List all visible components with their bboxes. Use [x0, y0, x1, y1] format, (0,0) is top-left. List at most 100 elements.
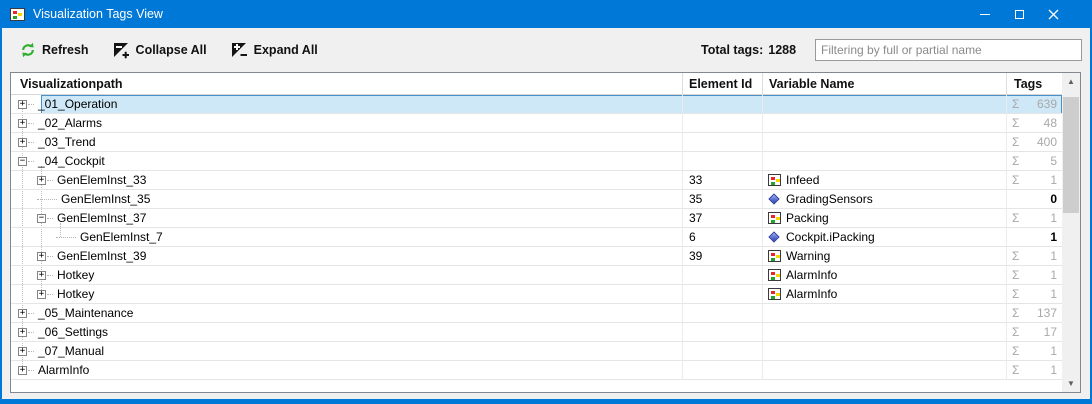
expander-plus-icon[interactable]: +	[37, 175, 46, 185]
path-cell[interactable]: + _06_Settings	[11, 323, 683, 342]
tree-connector	[47, 255, 53, 257]
tags-cell: Σ 400	[1007, 133, 1062, 152]
table-row[interactable]: + _07_Manual Σ 1	[11, 342, 1062, 361]
expander-plus-icon[interactable]: +	[18, 346, 27, 356]
close-button[interactable]	[1036, 0, 1070, 28]
element-id-cell: 39	[683, 247, 763, 266]
expander-plus-icon[interactable]: +	[37, 289, 46, 299]
table-row[interactable]: + Hotkey AlarmInfo Σ 1	[11, 285, 1062, 304]
column-header-variable-name[interactable]: Variable Name	[763, 73, 1007, 95]
path-label: Hotkey	[57, 287, 95, 301]
expander-plus-icon[interactable]: +	[18, 118, 27, 128]
variable-name-cell: Warning	[763, 247, 1007, 266]
table-row[interactable]: − _04_Cockpit Σ 5	[11, 152, 1062, 171]
table-row[interactable]: + AlarmInfo Σ 1	[11, 361, 1062, 380]
path-cell[interactable]: GenElemInst_35	[11, 190, 683, 209]
expander-plus-icon[interactable]: +	[18, 99, 27, 109]
expand-all-label: Expand All	[253, 43, 318, 57]
visu-icon	[768, 288, 781, 300]
filter-input[interactable]	[815, 39, 1082, 61]
expand-all-button[interactable]: Expand All	[225, 38, 324, 63]
title-bar: Visualization Tags View	[0, 0, 1092, 28]
expander-minus-icon[interactable]: −	[18, 156, 27, 166]
expander-plus-icon[interactable]: +	[18, 137, 27, 147]
variable-name-cell	[763, 114, 1007, 133]
tags-cell: Σ 137	[1007, 304, 1062, 323]
tree-connector	[28, 122, 34, 124]
scrollbar-thumb[interactable]	[1063, 97, 1079, 213]
sigma-symbol: Σ	[1012, 306, 1020, 320]
table-row[interactable]: GenElemInst_7 6 Cockpit.iPacking 1	[11, 228, 1062, 247]
column-header-tags[interactable]: Tags	[1007, 73, 1062, 95]
expander-plus-icon[interactable]: +	[18, 365, 27, 375]
path-cell[interactable]: GenElemInst_7	[11, 228, 683, 247]
table-row[interactable]: + GenElemInst_33 33 Infeed Σ 1	[11, 171, 1062, 190]
visu-icon	[768, 269, 781, 281]
element-id-cell	[683, 266, 763, 285]
scrollbar-up-icon[interactable]: ▲	[1062, 73, 1080, 90]
table-row[interactable]: GenElemInst_35 35 GradingSensors 0	[11, 190, 1062, 209]
tree-connector	[47, 217, 53, 219]
table-row[interactable]: + GenElemInst_39 39 Warning Σ 1	[11, 247, 1062, 266]
collapse-all-label: Collapse All	[135, 43, 207, 57]
path-cell[interactable]: + _02_Alarms	[11, 114, 683, 133]
table-row[interactable]: + _05_Maintenance Σ 137	[11, 304, 1062, 323]
tree-connector	[47, 293, 53, 295]
path-cell[interactable]: + Hotkey	[11, 285, 683, 304]
path-cell[interactable]: + GenElemInst_33	[11, 171, 683, 190]
table-row[interactable]: − GenElemInst_37 37 Packing Σ 1	[11, 209, 1062, 228]
refresh-label: Refresh	[42, 43, 89, 57]
variable-name-label: Packing	[786, 211, 829, 225]
variable-name-cell	[763, 323, 1007, 342]
tags-count: 1	[1050, 230, 1057, 244]
table-row[interactable]: + _06_Settings Σ 17	[11, 323, 1062, 342]
expander-plus-icon[interactable]: +	[37, 251, 46, 261]
path-cell[interactable]: − GenElemInst_37	[11, 209, 683, 228]
visualization-tags-view-window: Visualization Tags View Refresh Collapse…	[0, 0, 1092, 404]
path-label: Hotkey	[57, 268, 95, 282]
collapse-all-button[interactable]: Collapse All	[107, 38, 213, 63]
element-id-cell: 37	[683, 209, 763, 228]
table-row[interactable]: + Hotkey AlarmInfo Σ 1	[11, 266, 1062, 285]
column-header-element-id[interactable]: Element Id	[683, 73, 763, 95]
sigma-symbol: Σ	[1012, 154, 1020, 168]
refresh-button[interactable]: Refresh	[14, 38, 95, 62]
table-row[interactable]: + _01_Operation Σ 639	[11, 95, 1062, 114]
minimize-button[interactable]	[968, 0, 1002, 28]
tags-cell: Σ 48	[1007, 114, 1062, 133]
path-cell[interactable]: + AlarmInfo	[11, 361, 683, 380]
expander-plus-icon[interactable]: +	[18, 327, 27, 337]
expander-plus-icon[interactable]: +	[18, 308, 27, 318]
path-label: _05_Maintenance	[38, 306, 134, 320]
scrollbar-down-icon[interactable]: ▼	[1062, 375, 1080, 392]
tags-count: 639	[1036, 97, 1057, 111]
tree-connector	[28, 312, 34, 314]
path-cell[interactable]: + Hotkey	[11, 266, 683, 285]
tags-tree-table: Visualizationpath Element Id Variable Na…	[10, 72, 1081, 393]
tags-count: 48	[1043, 116, 1057, 130]
expander-plus-icon[interactable]: +	[37, 270, 46, 280]
grid-header: Visualizationpath Element Id Variable Na…	[11, 73, 1062, 95]
table-row[interactable]: + _03_Trend Σ 400	[11, 133, 1062, 152]
path-label: GenElemInst_37	[57, 211, 147, 225]
path-cell[interactable]: + _01_Operation	[11, 95, 683, 114]
path-cell[interactable]: + GenElemInst_39	[11, 247, 683, 266]
tree-connector	[28, 331, 34, 333]
path-cell[interactable]: + _07_Manual	[11, 342, 683, 361]
column-header-visualizationpath[interactable]: Visualizationpath	[11, 73, 683, 95]
table-row[interactable]: + _02_Alarms Σ 48	[11, 114, 1062, 133]
variable-name-cell	[763, 361, 1007, 380]
maximize-button[interactable]	[1002, 0, 1036, 28]
tags-cell: 1	[1007, 228, 1062, 247]
vertical-scrollbar[interactable]: ▲ ▼	[1062, 73, 1080, 392]
path-cell[interactable]: − _04_Cockpit	[11, 152, 683, 171]
path-cell[interactable]: + _03_Trend	[11, 133, 683, 152]
tags-cell: Σ 639	[1007, 95, 1062, 114]
variable-name-label: Cockpit.iPacking	[786, 230, 875, 244]
expand-all-icon	[231, 42, 247, 57]
tree-connector	[28, 369, 34, 371]
path-cell[interactable]: + _05_Maintenance	[11, 304, 683, 323]
expander-minus-icon[interactable]: −	[37, 213, 46, 223]
